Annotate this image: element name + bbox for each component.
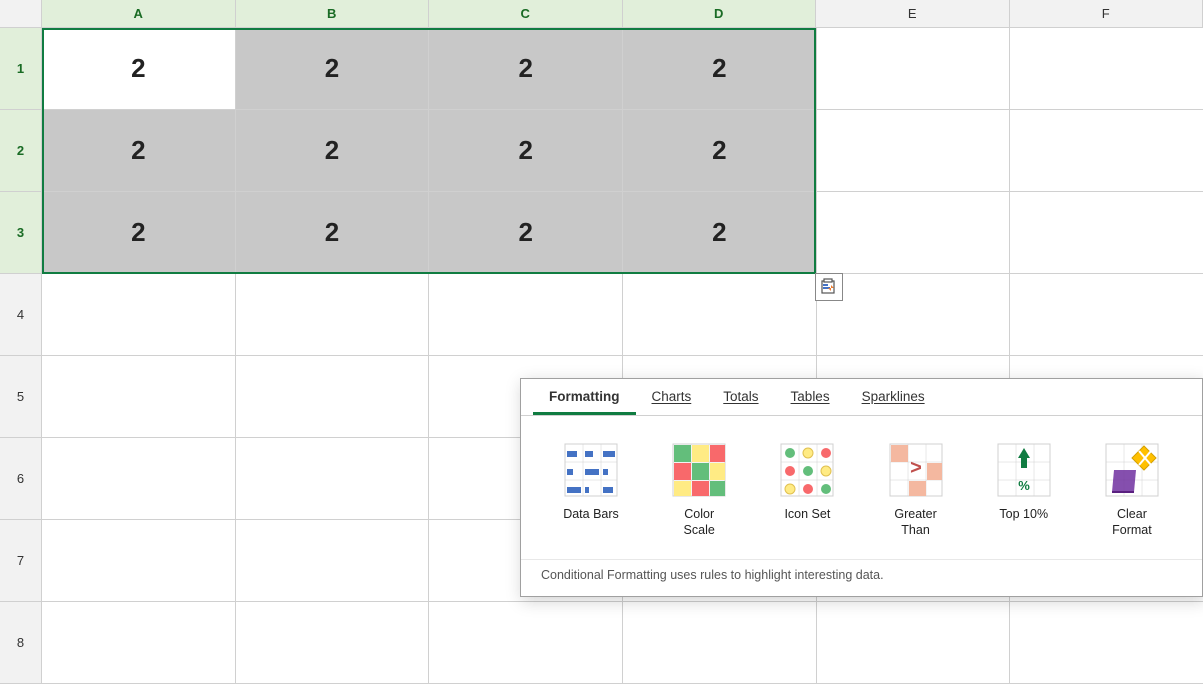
col-header-C[interactable]: C xyxy=(429,0,623,28)
clear-format-icon-box xyxy=(1102,440,1162,500)
cell-D4[interactable] xyxy=(623,274,817,355)
format-item-top-10[interactable]: % Top 10% xyxy=(974,432,1074,530)
row-4: 4 xyxy=(0,274,1203,356)
cell-A2[interactable]: 2 xyxy=(42,110,236,191)
cell-E1[interactable] xyxy=(817,28,1011,109)
cell-F2[interactable] xyxy=(1010,110,1203,191)
cell-B6[interactable] xyxy=(236,438,430,519)
cell-A6[interactable] xyxy=(42,438,236,519)
cell-E8[interactable] xyxy=(817,602,1011,683)
cell-D8[interactable] xyxy=(623,602,817,683)
quick-analysis-button[interactable] xyxy=(815,273,843,301)
row-header-4[interactable]: 4 xyxy=(0,274,42,355)
clear-format-label: ClearFormat xyxy=(1112,506,1152,539)
row-3: 3 2 2 2 2 xyxy=(0,192,1203,274)
top-10-icon-box: % xyxy=(994,440,1054,500)
row-8: 8 xyxy=(0,602,1203,684)
cell-C8[interactable] xyxy=(429,602,623,683)
cell-C1[interactable]: 2 xyxy=(429,28,623,109)
cell-A8[interactable] xyxy=(42,602,236,683)
row-header-3[interactable]: 3 xyxy=(0,192,42,273)
cell-E2[interactable] xyxy=(817,110,1011,191)
icon-set-icon xyxy=(779,442,835,498)
col-header-A[interactable]: A xyxy=(42,0,236,28)
format-item-color-scale[interactable]: ColorScale xyxy=(649,432,749,547)
tab-charts[interactable]: Charts xyxy=(636,379,708,415)
formatting-icons-row: Data Bars xyxy=(521,416,1202,559)
popup-panel: Formatting Charts Totals Tables Sparklin… xyxy=(520,378,1203,597)
row-header-1[interactable]: 1 xyxy=(0,28,42,109)
quick-analysis-icon xyxy=(820,278,838,296)
cell-D1[interactable]: 2 xyxy=(623,28,817,109)
format-item-greater-than[interactable]: > GreaterThan xyxy=(866,432,966,547)
cell-A7[interactable] xyxy=(42,520,236,601)
top-10-icon: % xyxy=(996,442,1052,498)
cell-C4[interactable] xyxy=(429,274,623,355)
cell-D2[interactable]: 2 xyxy=(623,110,817,191)
color-scale-icon-box xyxy=(669,440,729,500)
row-2: 2 2 2 2 2 xyxy=(0,110,1203,192)
cell-D3[interactable]: 2 xyxy=(623,192,817,273)
format-item-icon-set[interactable]: Icon Set xyxy=(757,432,857,530)
row-header-2[interactable]: 2 xyxy=(0,110,42,191)
col-header-B[interactable]: B xyxy=(236,0,430,28)
data-bars-icon-box xyxy=(561,440,621,500)
icon-set-icon-box xyxy=(777,440,837,500)
cell-F8[interactable] xyxy=(1010,602,1203,683)
col-headers: A B C D E F xyxy=(0,0,1203,28)
cell-E4[interactable] xyxy=(817,274,1011,355)
cell-F1[interactable] xyxy=(1010,28,1203,109)
tab-totals[interactable]: Totals xyxy=(707,379,774,415)
cell-B1[interactable]: 2 xyxy=(236,28,430,109)
color-scale-icon xyxy=(671,442,727,498)
cell-A4[interactable] xyxy=(42,274,236,355)
cell-A3[interactable]: 2 xyxy=(42,192,236,273)
format-item-clear-format[interactable]: ClearFormat xyxy=(1082,432,1182,547)
format-item-data-bars[interactable]: Data Bars xyxy=(541,432,641,530)
cell-F3[interactable] xyxy=(1010,192,1203,273)
cell-C2[interactable]: 2 xyxy=(429,110,623,191)
cell-B3[interactable]: 2 xyxy=(236,192,430,273)
tabs-row: Formatting Charts Totals Tables Sparklin… xyxy=(521,379,1202,416)
greater-than-icon: > xyxy=(888,442,944,498)
col-header-F[interactable]: F xyxy=(1010,0,1203,28)
cell-A5[interactable] xyxy=(42,356,236,437)
row-header-6[interactable]: 6 xyxy=(0,438,42,519)
svg-text:>: > xyxy=(910,457,922,479)
data-bars-icon xyxy=(563,442,619,498)
cell-B8[interactable] xyxy=(236,602,430,683)
greater-than-icon-box: > xyxy=(886,440,946,500)
col-header-E[interactable]: E xyxy=(816,0,1010,28)
svg-text:%: % xyxy=(1018,478,1030,493)
corner-header xyxy=(0,0,42,28)
cell-F4[interactable] xyxy=(1010,274,1203,355)
cell-E3[interactable] xyxy=(817,192,1011,273)
cell-B5[interactable] xyxy=(236,356,430,437)
data-bars-label: Data Bars xyxy=(563,506,619,522)
row-header-8[interactable]: 8 xyxy=(0,602,42,683)
cell-B7[interactable] xyxy=(236,520,430,601)
row-1: 1 2 2 2 2 xyxy=(0,28,1203,110)
top-10-label: Top 10% xyxy=(999,506,1048,522)
tab-tables[interactable]: Tables xyxy=(775,379,846,415)
cell-A1[interactable]: 2 xyxy=(42,28,236,109)
row-header-7[interactable]: 7 xyxy=(0,520,42,601)
tab-sparklines[interactable]: Sparklines xyxy=(846,379,941,415)
row-header-5[interactable]: 5 xyxy=(0,356,42,437)
cell-C3[interactable]: 2 xyxy=(429,192,623,273)
tab-formatting[interactable]: Formatting xyxy=(533,379,636,415)
popup-description: Conditional Formatting uses rules to hig… xyxy=(521,559,1202,596)
cell-B2[interactable]: 2 xyxy=(236,110,430,191)
color-scale-label: ColorScale xyxy=(684,506,715,539)
cell-B4[interactable] xyxy=(236,274,430,355)
greater-than-label: GreaterThan xyxy=(894,506,936,539)
col-header-D[interactable]: D xyxy=(623,0,817,28)
icon-set-label: Icon Set xyxy=(784,506,830,522)
clear-format-icon xyxy=(1104,442,1160,498)
